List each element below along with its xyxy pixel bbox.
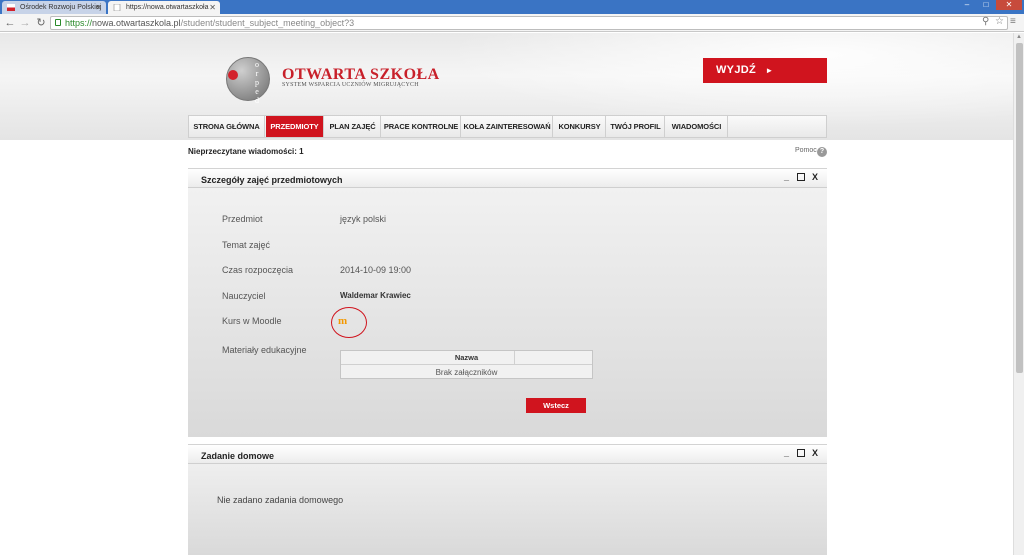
logo-letter: p <box>255 78 259 87</box>
nav-item-messages[interactable]: WIADOMOŚCI <box>666 116 728 137</box>
materials-label: Materiały edukacyjne <box>222 345 307 355</box>
help-link[interactable]: Pomoc <box>795 147 817 154</box>
page-scrollbar[interactable]: ▲ <box>1013 33 1024 555</box>
main-nav: STRONA GŁÓWNA PRZEDMIOTY PLAN ZAJĘĆ PRAC… <box>188 115 827 138</box>
column-divider <box>514 351 515 365</box>
maximize-icon[interactable] <box>797 449 805 457</box>
close-window-icon[interactable]: ✕ <box>996 0 1022 10</box>
logo-letter: r <box>255 69 259 78</box>
tab-label: Ośrodek Rozwoju Polskiej <box>20 4 102 11</box>
tab-label: https://nowa.otwartaszkoła <box>126 4 209 11</box>
homework-text: Nie zadano zadania domowego <box>217 495 344 505</box>
panel-header: Zadanie domowe _ X <box>188 444 827 464</box>
zoom-icon[interactable]: ⚲ <box>982 16 989 27</box>
subject-label: Przedmiot <box>222 214 263 224</box>
unread-messages-count[interactable]: Nieprzeczytane wiadomości: 1 <box>188 147 304 156</box>
address-bar[interactable]: https://nowa.otwartaszkola.pl/student/st… <box>50 16 1008 30</box>
minimize-icon[interactable]: _ <box>784 448 789 458</box>
logo-letter: e <box>255 87 259 96</box>
attachments-header-name: Nazwa <box>341 351 592 365</box>
forward-arrow-icon[interactable]: → <box>18 16 32 30</box>
browser-tab[interactable]: Ośrodek Rozwoju Polskiej ✕ <box>2 1 106 14</box>
back-button[interactable]: Wstecz <box>526 398 586 413</box>
scroll-up-icon[interactable]: ▲ <box>1016 34 1022 40</box>
topic-label: Temat zajęć <box>222 240 271 250</box>
panel-title: Zadanie domowe <box>201 451 275 461</box>
close-tab-icon[interactable]: ✕ <box>209 3 216 12</box>
highlight-circle <box>331 307 367 338</box>
maximize-icon[interactable] <box>797 173 805 181</box>
scrollbar-thumb[interactable] <box>1016 43 1023 373</box>
nav-item-schedule[interactable]: PLAN ZAJĘĆ <box>325 116 381 137</box>
nav-item-clubs[interactable]: KOŁA ZAINTERESOWAŃ <box>462 116 553 137</box>
page: o r p e d OTWARTA SZKOŁA SYSTEM WSPARCIA… <box>0 33 1013 555</box>
nav-item-subjects[interactable]: PRZEDMIOTY <box>266 116 324 137</box>
site-subtitle: SYSTEM WSPARCIA UCZNIÓW MIGRUJĄCYCH <box>282 82 419 88</box>
bookmark-star-icon[interactable]: ☆ <box>995 16 1004 27</box>
minimize-window-icon[interactable]: – <box>958 0 976 10</box>
help-icon[interactable]: ? <box>817 147 827 157</box>
logo-letters: o r p e d <box>248 60 266 105</box>
start-time-label: Czas rozpoczęcia <box>222 265 294 275</box>
panel-header: Szczegóły zajęć przedmiotowych _ X <box>188 168 827 188</box>
close-icon[interactable]: X <box>812 172 818 182</box>
url-host: nowa.otwartaszkola.pl <box>92 18 181 28</box>
homework-panel: Zadanie domowe _ X Nie zadano zadania do… <box>188 444 827 555</box>
nav-item-contests[interactable]: KONKURSY <box>554 116 606 137</box>
nav-item-profile[interactable]: TWÓJ PROFIL <box>607 116 665 137</box>
nav-item-tests[interactable]: PRACE KONTROLNE <box>382 116 461 137</box>
meeting-details-panel: Szczegóły zajęć przedmiotowych _ X Przed… <box>188 168 827 437</box>
back-arrow-icon[interactable]: ← <box>3 16 17 30</box>
nav-item-home[interactable]: STRONA GŁÓWNA <box>189 116 265 137</box>
logout-label: WYJDŹ <box>716 64 756 76</box>
logo-letter: o <box>255 60 259 69</box>
browser-tab-active[interactable]: https://nowa.otwartaszkoła ✕ <box>108 1 220 14</box>
teacher-label: Nauczyciel <box>222 291 266 301</box>
panel-title: Szczegóły zajęć przedmiotowych <box>201 175 343 185</box>
browser-toolbar: ← → ↻ https://nowa.otwartaszkola.pl/stud… <box>0 14 1024 32</box>
page-icon <box>113 4 121 11</box>
flag-icon <box>7 4 15 11</box>
attachments-table: Nazwa Brak załączników <box>340 350 593 379</box>
close-tab-icon[interactable]: ✕ <box>95 3 102 12</box>
url-scheme: https:// <box>65 18 93 28</box>
attachments-empty: Brak załączników <box>435 368 498 377</box>
subject-value: język polski <box>340 214 387 224</box>
browser-tabstrip: Ośrodek Rozwoju Polskiej ✕ https://nowa.… <box>0 0 1024 14</box>
url-path: /student/student_subject_meeting_object?… <box>180 18 355 28</box>
logo-letter: d <box>255 96 259 105</box>
reload-icon[interactable]: ↻ <box>34 16 48 30</box>
arrow-right-icon: ► <box>765 66 774 75</box>
logout-button[interactable]: WYJDŹ ► <box>703 58 827 83</box>
close-icon[interactable]: X <box>812 448 818 458</box>
teacher-value: Waldemar Krawiec <box>340 291 411 300</box>
logo-dot <box>228 70 238 80</box>
start-time-value: 2014-10-09 19:00 <box>340 265 412 275</box>
lock-icon <box>55 19 61 26</box>
minimize-icon[interactable]: _ <box>784 172 789 182</box>
moodle-course-label: Kurs w Moodle <box>222 316 282 326</box>
menu-icon[interactable]: ≡ <box>1010 16 1016 27</box>
maximize-window-icon[interactable]: □ <box>977 0 995 10</box>
